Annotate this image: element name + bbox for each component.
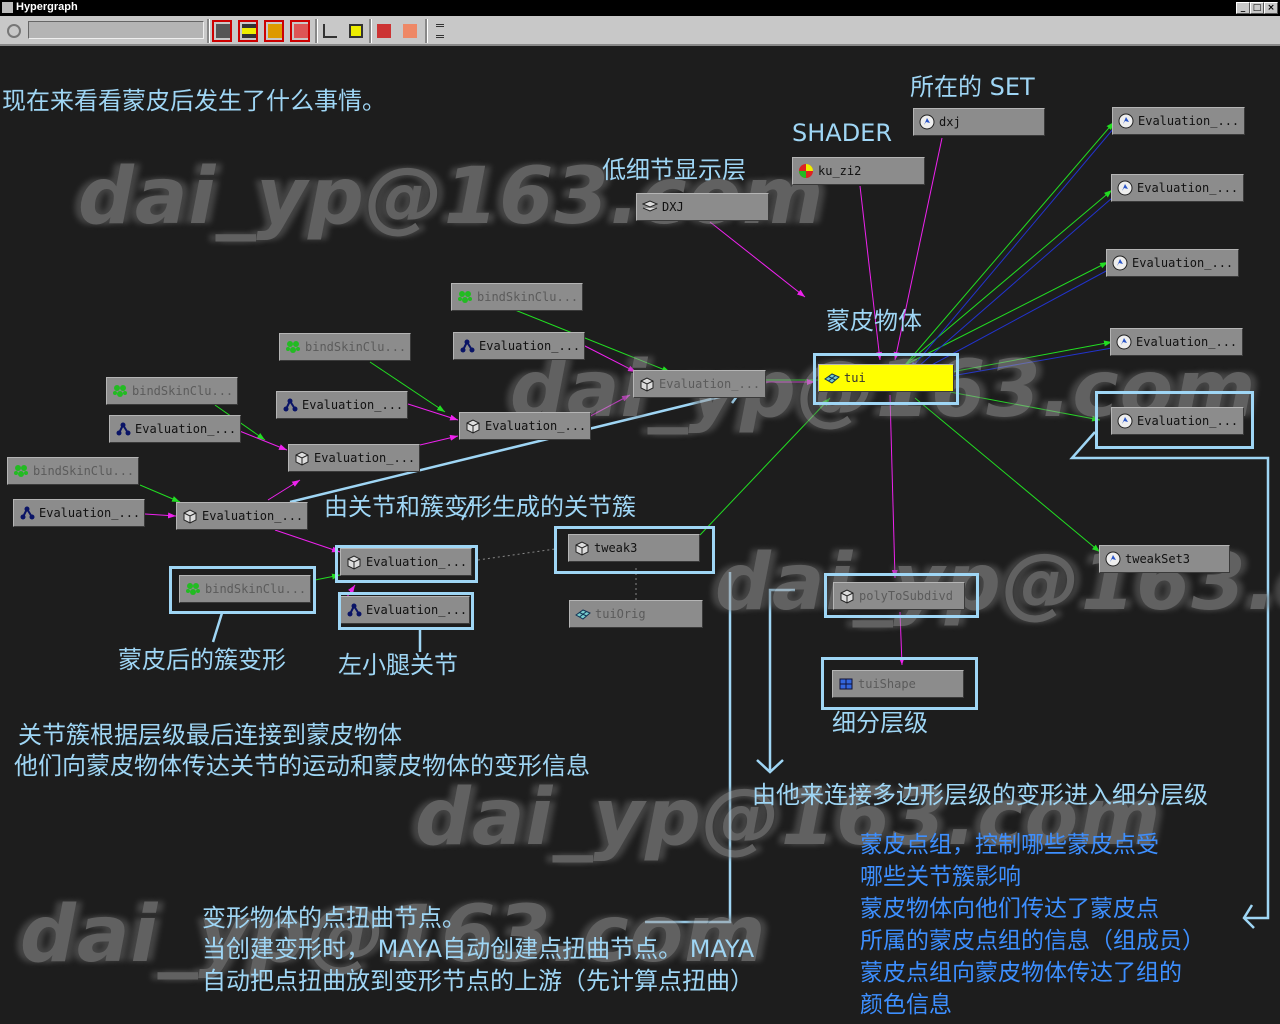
tweak-desc-line3: 自动把点扭曲放到变形节点的上游（先计算点扭曲）: [202, 967, 754, 995]
node-bsc1[interactable]: bindSkinClu...: [451, 283, 583, 311]
node-label: Evaluation_...: [202, 509, 304, 523]
subdiv-desc: 由他来连接多边形层级的变形进入细分层级: [752, 781, 1208, 809]
cube-icon: [294, 450, 310, 466]
node-label: Evaluation_...: [1137, 181, 1239, 195]
tweak-desc-line1: 变形物体的点扭曲节点。: [202, 904, 466, 932]
highlight-subdiv-shape: [821, 657, 978, 710]
set-desc-line3: 蒙皮物体向他们传达了蒙皮点: [860, 896, 1159, 922]
node-label: Evaluation_...: [479, 339, 581, 353]
node-label: Evaluation_...: [1132, 256, 1234, 270]
eval-icon: [1116, 334, 1132, 350]
node-evR1[interactable]: Evaluation_...: [1112, 107, 1245, 135]
node-label: Evaluation_...: [485, 419, 587, 433]
set-label: 所在的 SET: [910, 73, 1035, 101]
node-bsc2[interactable]: bindSkinClu...: [279, 333, 411, 361]
node-bsc4[interactable]: bindSkinClu...: [7, 457, 139, 485]
set-icon: [919, 114, 935, 130]
post-cluster-label: 蒙皮后的簇变形: [118, 646, 286, 674]
node-label: DXJ: [662, 200, 684, 214]
joint-icon: [115, 421, 131, 437]
node-dgTop[interactable]: Evaluation_...: [633, 370, 766, 398]
layer-icon: [641, 199, 659, 215]
node-dg3[interactable]: Evaluation_...: [288, 444, 420, 472]
highlight-post-cluster: [169, 566, 316, 614]
cluster-icon: [13, 463, 29, 479]
eval-icon: [1105, 551, 1121, 567]
left-calf-label: 左小腿关节: [338, 651, 458, 679]
set-desc-line2: 哪些关节簇影响: [860, 864, 1021, 890]
set-desc-line5: 蒙皮点组向蒙皮物体传达了组的: [860, 960, 1182, 986]
node-label: tweakSet3: [1125, 552, 1191, 566]
tweak-desc-line2: 当创建变形时， MAYA自动创建点扭曲节点。 MAYA: [202, 935, 755, 963]
eval-icon: [1112, 255, 1128, 271]
node-label: Evaluation_...: [1138, 114, 1240, 128]
node-kuzi[interactable]: ku_zi2: [792, 157, 925, 185]
node-label: tuiOrig: [595, 607, 646, 621]
highlight-skin-object: [813, 353, 959, 405]
node-label: dxj: [939, 115, 961, 129]
node-label: Evaluation_...: [314, 451, 416, 465]
node-label: bindSkinClu...: [132, 384, 234, 398]
subdiv-level-label: 细分层级: [832, 709, 928, 737]
skin-object-label: 蒙皮物体: [826, 307, 922, 335]
node-dxj[interactable]: dxj: [913, 108, 1045, 136]
node-dg2[interactable]: Evaluation_...: [459, 412, 591, 440]
node-label: Evaluation_...: [135, 422, 237, 436]
shader-label: SHADER: [792, 119, 893, 147]
set-desc-line4: 所属的蒙皮点组的信息（组成员）: [860, 928, 1205, 954]
cluster-desc-line1: 关节簇根据层级最后连接到蒙皮物体: [18, 721, 402, 749]
set-desc-line1: 蒙皮点组，控制哪些蒙皮点受: [860, 832, 1159, 858]
node-label: bindSkinClu...: [305, 340, 407, 354]
joint-icon: [459, 338, 475, 354]
cube-icon: [465, 418, 481, 434]
set-desc-line6: 颜色信息: [860, 992, 952, 1018]
node-j3[interactable]: Evaluation_...: [109, 415, 241, 443]
node-bsc3[interactable]: bindSkinClu...: [106, 377, 238, 405]
eval-icon: [1117, 180, 1133, 196]
shader-icon: [798, 163, 814, 179]
joint-icon: [282, 397, 298, 413]
node-label: Evaluation_...: [1136, 335, 1238, 349]
node-label: ku_zi2: [818, 164, 862, 178]
node-label: Evaluation_...: [302, 398, 404, 412]
node-j2[interactable]: Evaluation_...: [276, 391, 408, 419]
node-label: Evaluation_...: [659, 377, 761, 391]
joint-icon: [19, 505, 35, 521]
lod-layer-label: 低细节显示层: [602, 156, 746, 184]
node-j1[interactable]: Evaluation_...: [453, 332, 585, 360]
highlight-tweak: [554, 526, 715, 574]
intro-text: 现在来看看蒙皮后发生了什么事情。: [2, 87, 386, 115]
highlight-poly-to-subdiv: [824, 573, 979, 618]
cluster-icon: [112, 383, 128, 399]
node-evR4[interactable]: Evaluation_...: [1110, 328, 1243, 356]
node-tweakSet3[interactable]: tweakSet3: [1099, 545, 1230, 573]
highlight-set: [1095, 391, 1254, 449]
node-label: bindSkinClu...: [477, 290, 579, 304]
cluster-icon: [457, 289, 473, 305]
node-j4[interactable]: Evaluation_...: [13, 499, 145, 527]
highlight-left-calf: [338, 592, 474, 630]
cluster-icon: [285, 339, 301, 355]
cube-icon: [639, 376, 655, 392]
eval-icon: [1118, 113, 1134, 129]
cube-icon: [182, 508, 198, 524]
node-label: bindSkinClu...: [33, 464, 135, 478]
node-evR2[interactable]: Evaluation_...: [1111, 174, 1244, 202]
joint-cluster-label: 由关节和簇变形生成的关节簇: [324, 493, 636, 521]
cluster-desc-line2: 他们向蒙皮物体传达关节的运动和蒙皮物体的变形信息: [14, 752, 590, 780]
node-dg4[interactable]: Evaluation_...: [176, 502, 308, 530]
node-tuiOrig[interactable]: tuiOrig: [569, 600, 703, 628]
node-evR3[interactable]: Evaluation_...: [1106, 249, 1239, 277]
mesh-icon: [575, 606, 591, 622]
node-DXJ[interactable]: DXJ: [636, 193, 769, 221]
node-label: Evaluation_...: [39, 506, 141, 520]
highlight-joint-cluster: [335, 545, 478, 583]
